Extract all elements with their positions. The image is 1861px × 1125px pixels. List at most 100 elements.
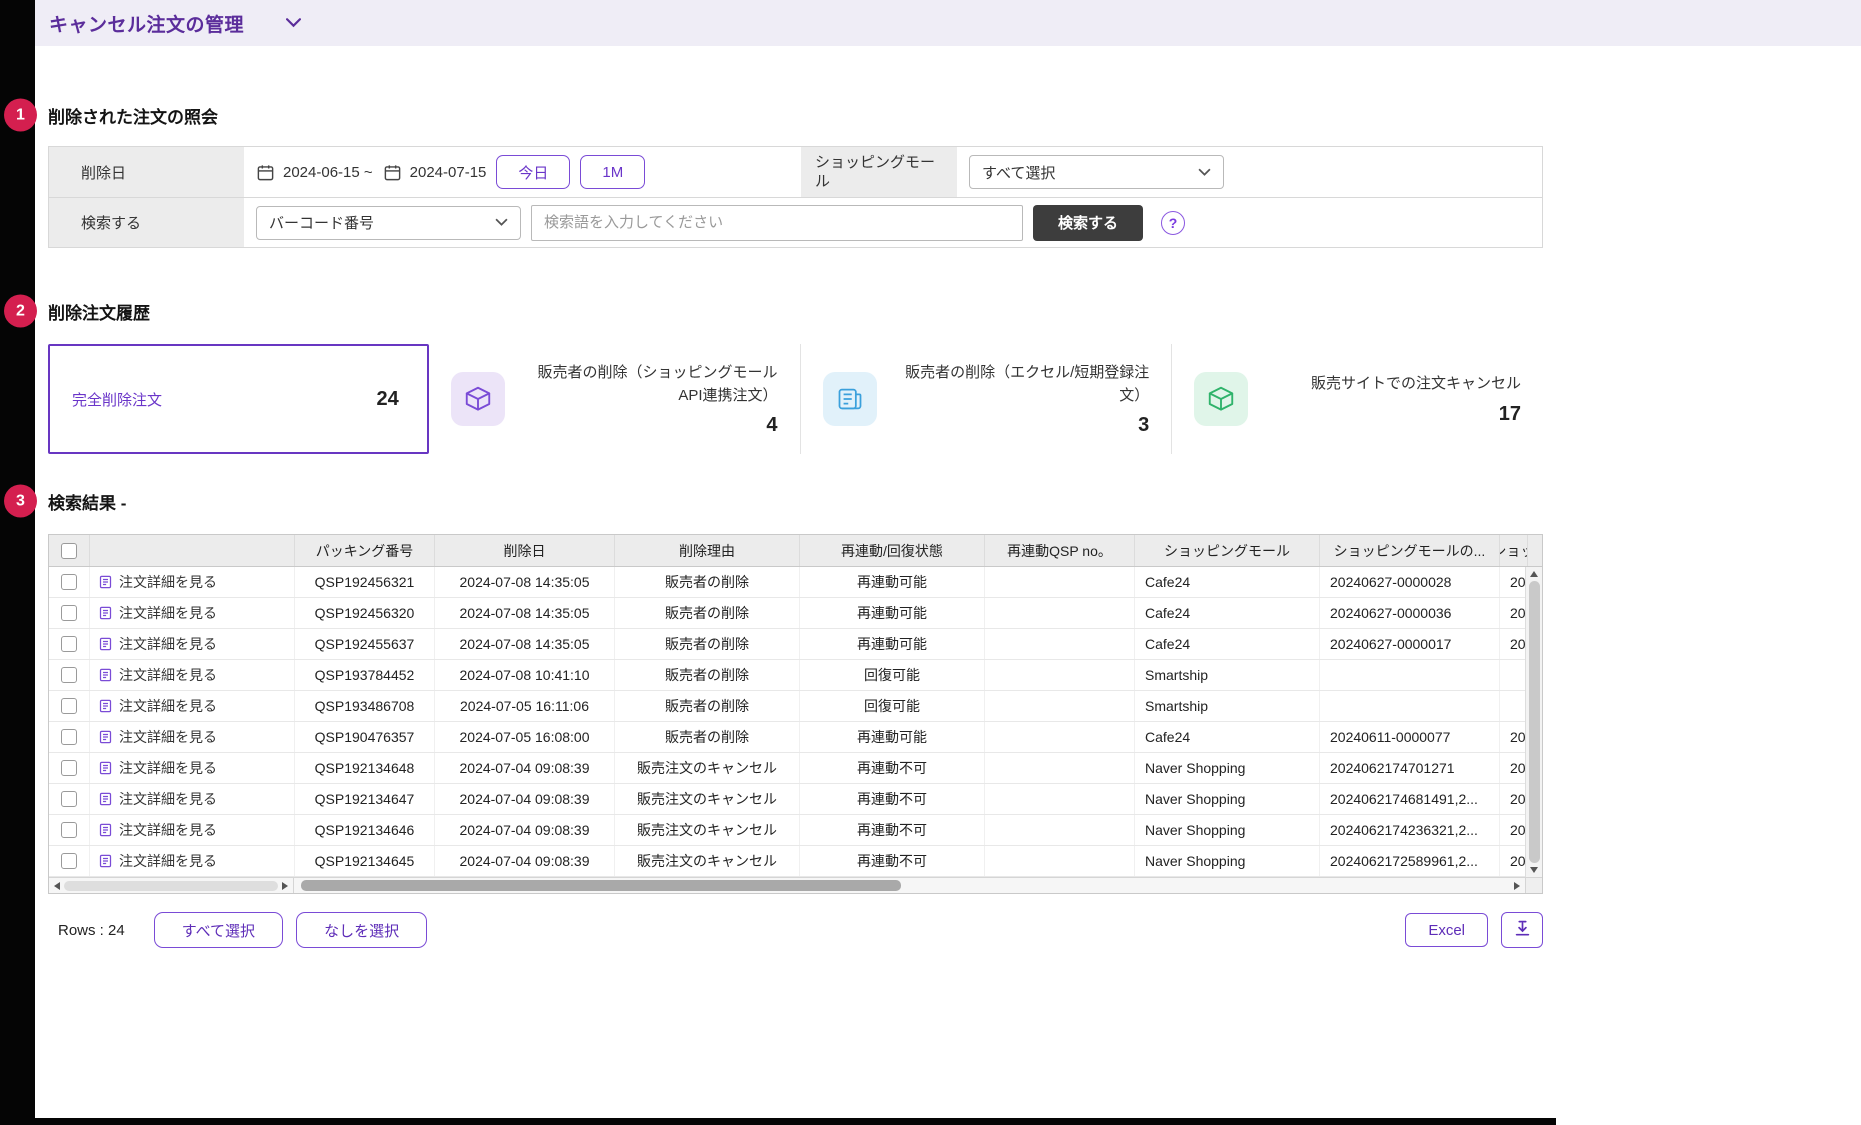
table-row: 注文詳細を見る QSP192134645 2024-07-04 09:08:39… xyxy=(49,846,1525,877)
document-icon xyxy=(98,760,113,776)
order-detail-link[interactable]: 注文詳細を見る xyxy=(98,758,217,778)
order-detail-link[interactable]: 注文詳細を見る xyxy=(98,727,217,747)
deleted-date-cell: 2024-07-04 09:08:39 xyxy=(434,815,614,845)
select-none-button[interactable]: なしを選択 xyxy=(296,912,427,948)
vertical-scrollbar[interactable] xyxy=(1525,567,1542,877)
packing-number-cell: QSP192134647 xyxy=(294,784,434,814)
document-icon xyxy=(98,667,113,683)
order-detail-link[interactable]: 注文詳細を見る xyxy=(98,851,217,871)
document-icon xyxy=(98,729,113,745)
one-month-button[interactable]: 1M xyxy=(580,155,645,189)
order-detail-link[interactable]: 注文詳細を見る xyxy=(98,634,217,654)
frozen-columns-scrollbar[interactable] xyxy=(49,878,294,893)
card-count: 3 xyxy=(1138,414,1149,437)
mall-cell: Cafe24 xyxy=(1134,722,1319,752)
packing-number-cell: QSP192134648 xyxy=(294,753,434,783)
row-checkbox[interactable] xyxy=(61,822,77,838)
excel-export-button[interactable]: Excel xyxy=(1405,913,1488,947)
row-checkbox[interactable] xyxy=(61,698,77,714)
card-fully-deleted[interactable]: 完全削除注文 24 xyxy=(48,344,429,454)
horizontal-scrollbar-thumb[interactable] xyxy=(301,880,901,891)
filter-row-date: 削除日 2024-06-15 ~ 2024-07-15 今日 1M ショッピ xyxy=(49,147,1542,197)
left-edge-strip xyxy=(0,0,35,1125)
deleted-date-cell: 2024-07-08 14:35:05 xyxy=(434,567,614,597)
calendar-icon[interactable] xyxy=(256,163,275,182)
relink-qsp-no-cell xyxy=(984,691,1134,721)
order-detail-link[interactable]: 注文詳細を見る xyxy=(98,696,217,716)
select-all-checkbox[interactable] xyxy=(61,543,77,559)
row-checkbox[interactable] xyxy=(61,636,77,652)
clipped-cell xyxy=(1499,660,1527,690)
date-to-value[interactable]: 2024-07-15 xyxy=(410,164,487,181)
deleted-date-cell: 2024-07-04 09:08:39 xyxy=(434,753,614,783)
document-icon xyxy=(98,574,113,590)
search-type-select[interactable]: バーコード番号 xyxy=(256,206,521,240)
card-site-cancelled[interactable]: 販売サイトでの注文キャンセル 17 xyxy=(1171,344,1543,454)
deleted-date-cell: 2024-07-04 09:08:39 xyxy=(434,784,614,814)
page-title-chevron-icon[interactable] xyxy=(286,18,301,28)
order-detail-cell: 注文詳細を見る xyxy=(89,660,294,690)
order-detail-link[interactable]: 注文詳細を見る xyxy=(98,665,217,685)
date-from-value[interactable]: 2024-06-15 ~ xyxy=(283,164,373,181)
row-checkbox[interactable] xyxy=(61,605,77,621)
scroll-down-arrow-icon[interactable] xyxy=(1530,867,1538,873)
row-checkbox-cell xyxy=(49,598,89,628)
row-checkbox-cell xyxy=(49,815,89,845)
search-button[interactable]: 検索する xyxy=(1033,205,1143,241)
select-all-button[interactable]: すべて選択 xyxy=(154,912,283,948)
order-detail-link[interactable]: 注文詳細を見る xyxy=(98,820,217,840)
row-checkbox[interactable] xyxy=(61,574,77,590)
scroll-right-arrow-icon[interactable] xyxy=(1514,882,1520,890)
order-detail-link[interactable]: 注文詳細を見る xyxy=(98,789,217,809)
table-row: 注文詳細を見る QSP192134646 2024-07-04 09:08:39… xyxy=(49,815,1525,846)
mall-cell: Naver Shopping xyxy=(1134,815,1319,845)
row-checkbox[interactable] xyxy=(61,667,77,683)
date-to-field[interactable]: 2024-07-15 xyxy=(383,163,487,182)
scroll-right-arrow-icon[interactable] xyxy=(282,882,288,890)
today-button[interactable]: 今日 xyxy=(496,155,570,189)
delete-reason-cell: 販売注文のキャンセル xyxy=(614,815,799,845)
filter-row-search: 検索する バーコード番号 検索する ? xyxy=(49,197,1542,247)
document-icon xyxy=(98,791,113,807)
date-from-field[interactable]: 2024-06-15 ~ xyxy=(256,163,373,182)
clipped-cell: 202 xyxy=(1499,567,1527,597)
packing-number-header: パッキング番号 xyxy=(294,535,434,566)
summary-cards: 完全削除注文 24 販売者の削除（ショッピングモールAPI連携注文） 4 販売者… xyxy=(48,344,1543,454)
section1-number-badge: 1 xyxy=(4,99,37,132)
mall-order-no-cell: 2024062174236321,2... xyxy=(1319,815,1499,845)
chevron-down-icon xyxy=(495,214,508,231)
deleted-date-cell: 2024-07-05 16:11:06 xyxy=(434,691,614,721)
mall-order-no-cell: 20240611-0000077 xyxy=(1319,722,1499,752)
mall-select[interactable]: すべて選択 xyxy=(969,155,1224,189)
results-body-wrap: 注文詳細を見る QSP192456321 2024-07-08 14:35:05… xyxy=(49,567,1542,877)
main-horizontal-scrollbar[interactable] xyxy=(294,878,1525,893)
search-input[interactable] xyxy=(531,205,1023,241)
relink-status-cell: 再連動可能 xyxy=(799,598,984,628)
help-icon[interactable]: ? xyxy=(1161,211,1185,235)
row-checkbox[interactable] xyxy=(61,729,77,745)
mall-order-no-cell: 20240627-0000017 xyxy=(1319,629,1499,659)
calendar-icon[interactable] xyxy=(383,163,402,182)
order-detail-cell: 注文詳細を見る xyxy=(89,598,294,628)
scroll-left-arrow-icon[interactable] xyxy=(54,882,60,890)
clipped-cell: 202 xyxy=(1499,722,1527,752)
row-checkbox[interactable] xyxy=(61,760,77,776)
order-detail-cell: 注文詳細を見る xyxy=(89,691,294,721)
card-seller-deleted-api[interactable]: 販売者の削除（ショッピングモールAPI連携注文） 4 xyxy=(429,344,800,454)
order-detail-link[interactable]: 注文詳細を見る xyxy=(98,572,217,592)
mall-cell: Naver Shopping xyxy=(1134,753,1319,783)
frozen-scrollbar-thumb[interactable] xyxy=(64,881,278,891)
table-row: 注文詳細を見る QSP192455637 2024-07-08 14:35:05… xyxy=(49,629,1525,660)
download-button[interactable] xyxy=(1501,912,1543,948)
row-checkbox[interactable] xyxy=(61,853,77,869)
order-detail-cell: 注文詳細を見る xyxy=(89,629,294,659)
document-icon xyxy=(98,605,113,621)
deleted-date-cell: 2024-07-08 14:35:05 xyxy=(434,598,614,628)
scroll-up-arrow-icon[interactable] xyxy=(1530,571,1538,577)
vertical-scrollbar-thumb[interactable] xyxy=(1529,581,1540,863)
mall-select-value: すべて選択 xyxy=(982,162,1055,183)
row-checkbox[interactable] xyxy=(61,791,77,807)
order-detail-link[interactable]: 注文詳細を見る xyxy=(98,603,217,623)
deleted-date-cell: 2024-07-08 14:35:05 xyxy=(434,629,614,659)
card-seller-deleted-excel[interactable]: 販売者の削除（エクセル/短期登録注文） 3 xyxy=(800,344,1172,454)
